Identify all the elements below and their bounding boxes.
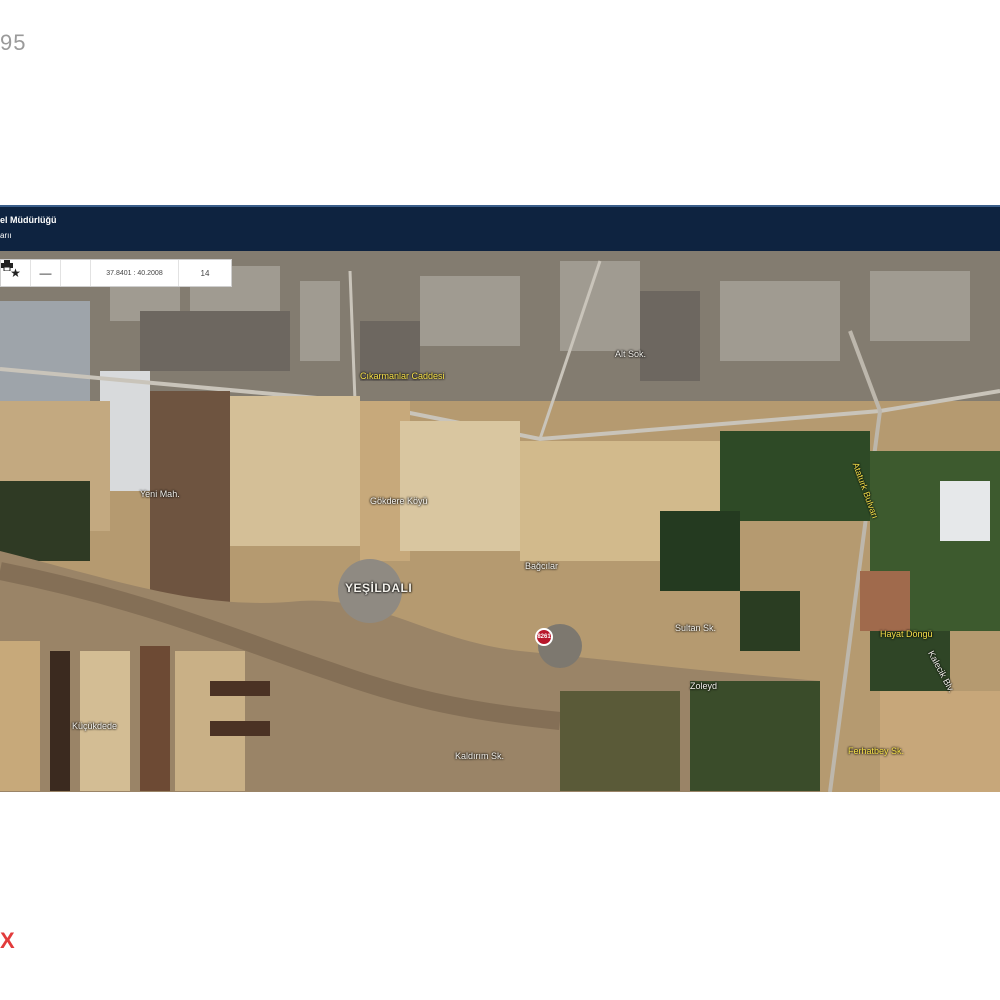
header-title: el Müdürlüğü — [0, 215, 57, 225]
measure-line-icon[interactable]: — — [31, 260, 61, 286]
map-label-ferhat: Ferhatbey Sk. — [848, 746, 905, 756]
map-label-sultan: Sultan Sk. — [675, 623, 717, 633]
coordinates-readout: 37.8401 : 40.2008 — [91, 260, 179, 286]
map-label-zoleyd: Zoleyd — [690, 681, 718, 691]
satellite-imagery — [0, 251, 1000, 792]
map-label-gokdere: Gökdere Köyü — [370, 496, 428, 506]
parcel-marker[interactable]: 8261 — [535, 628, 553, 646]
print-icon[interactable] — [1, 260, 91, 286]
satellite-map[interactable]: ★ — 37.8401 : 40.2008 14 Cıkarmanlar Cad… — [0, 251, 1000, 792]
zoom-level[interactable]: 14 — [179, 260, 231, 286]
page: 95 el Müdürlüğü arıı ★ — 37.8401: 40.20… — [0, 0, 1000, 1000]
map-label-kaldirim: Kaldırım Sk. — [455, 751, 505, 761]
map-label-kucukdede: Küçükdede — [72, 721, 118, 731]
header-subtitle: arıı — [0, 231, 12, 240]
map-toolbar: ★ — 37.8401 : 40.2008 14 — [0, 259, 232, 287]
map-label-bagcilar: Bağcılar — [525, 561, 559, 571]
map-label-yesildali: YEŞİLDALI — [345, 581, 413, 595]
map-label-hayat-dongu: Hayat Döngü — [880, 629, 933, 639]
map-label-alt-sok: Alt Sok. — [615, 349, 647, 359]
map-label-cikarmanlar: Cıkarmanlar Caddesi — [360, 371, 445, 381]
map-label-yeni: Yeni Mah. — [140, 489, 180, 499]
page-number: 95 — [0, 30, 27, 55]
corner-mark: X — [0, 928, 15, 953]
app-header: el Müdürlüğü arıı — [0, 205, 1000, 251]
